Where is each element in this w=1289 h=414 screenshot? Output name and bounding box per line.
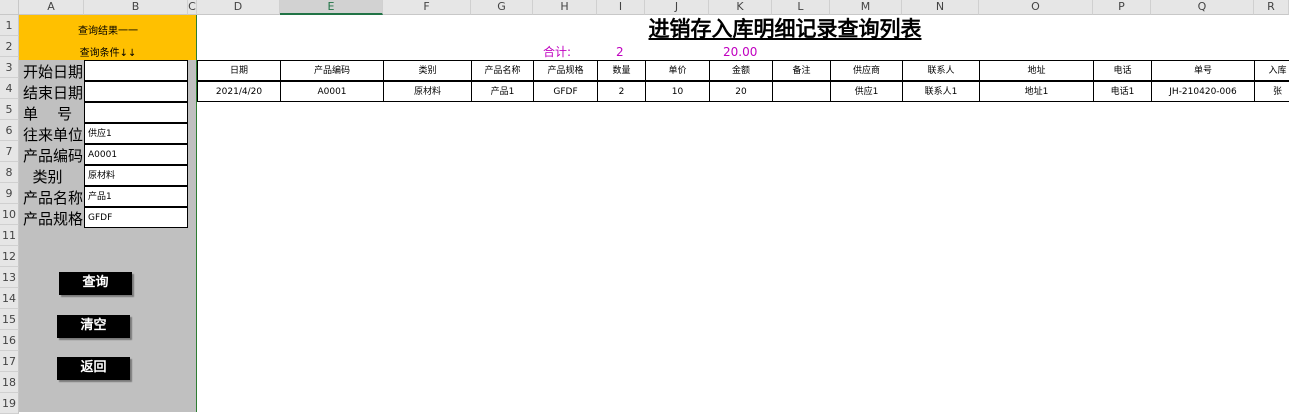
column-header-k[interactable]: K	[709, 0, 772, 15]
row-header-17[interactable]: 17	[0, 351, 19, 372]
table-header-cell: 产品编码	[280, 60, 384, 81]
row-header-1[interactable]: 1	[0, 15, 19, 36]
table-header-cell: 入库	[1254, 60, 1289, 81]
back-button[interactable]: 返回	[57, 357, 130, 380]
field-label-3: 单 号	[23, 105, 73, 123]
column-header-a[interactable]: A	[19, 0, 84, 15]
row-header-9[interactable]: 9	[0, 183, 19, 204]
table-header-cell: 单价	[645, 60, 710, 81]
field-input-3[interactable]	[84, 102, 188, 123]
table-cell[interactable]: 张	[1254, 81, 1289, 102]
row-header-10[interactable]: 10	[0, 204, 19, 225]
select-all-corner[interactable]	[0, 0, 19, 15]
column-header-c[interactable]: C	[188, 0, 197, 15]
field-label-5: 产品编码	[23, 147, 84, 165]
field-label-7: 产品名称	[23, 189, 84, 207]
row-header-15[interactable]: 15	[0, 309, 19, 330]
table-cell[interactable]: 地址1	[979, 81, 1094, 102]
field-label-2: 结束日期	[23, 84, 84, 102]
column-header-j[interactable]: J	[645, 0, 709, 15]
table-header-cell: 供应商	[830, 60, 903, 81]
column-header-r[interactable]: R	[1254, 0, 1289, 15]
table-header-cell: 类别	[383, 60, 472, 81]
table-header-cell: 产品规格	[533, 60, 598, 81]
field-label-1: 开始日期	[23, 63, 84, 81]
column-header-m[interactable]: M	[830, 0, 902, 15]
table-cell[interactable]: A0001	[280, 81, 384, 102]
row-header-19[interactable]: 19	[0, 393, 19, 414]
query-button[interactable]: 查询	[59, 272, 132, 295]
column-header-o[interactable]: O	[979, 0, 1093, 15]
row-header-16[interactable]: 16	[0, 330, 19, 351]
page-title: 进销存入库明细记录查询列表	[648, 16, 922, 41]
table-header-cell: 金额	[709, 60, 773, 81]
table-header-cell: 电话	[1093, 60, 1152, 81]
table-cell[interactable]: 10	[645, 81, 710, 102]
field-input-4[interactable]: 供应1	[84, 123, 188, 144]
table-cell[interactable]: 原材料	[383, 81, 472, 102]
table-cell[interactable]	[772, 81, 831, 102]
row-header-3[interactable]: 3	[0, 57, 19, 78]
table-header-cell: 产品名称	[471, 60, 534, 81]
table-cell[interactable]: 电话1	[1093, 81, 1152, 102]
table-header-cell: 地址	[979, 60, 1094, 81]
row-header-18[interactable]: 18	[0, 372, 19, 393]
table-cell[interactable]: 产品1	[471, 81, 534, 102]
table-header-cell: 备注	[772, 60, 831, 81]
table-cell[interactable]: GFDF	[533, 81, 598, 102]
table-header-cell: 数量	[597, 60, 646, 81]
clear-button[interactable]: 清空	[57, 315, 130, 338]
table-cell[interactable]: 2	[597, 81, 646, 102]
column-header-q[interactable]: Q	[1151, 0, 1254, 15]
row-header-7[interactable]: 7	[0, 141, 19, 162]
field-label-8: 产品规格	[23, 210, 84, 228]
field-input-8[interactable]: GFDF	[84, 207, 188, 228]
result-label: 查询结果一一	[78, 26, 138, 37]
row-header-2[interactable]: 2	[0, 36, 19, 57]
column-header-p[interactable]: P	[1093, 0, 1151, 15]
field-input-7[interactable]: 产品1	[84, 186, 188, 207]
row-header-4[interactable]: 4	[0, 78, 19, 99]
summary-amount: 20.00	[723, 45, 758, 59]
table-cell[interactable]: JH-210420-006	[1151, 81, 1255, 102]
row-header-11[interactable]: 11	[0, 225, 19, 246]
summary-qty: 2	[616, 45, 624, 59]
row-header-6[interactable]: 6	[0, 120, 19, 141]
row-header-12[interactable]: 12	[0, 246, 19, 267]
column-header-h[interactable]: H	[533, 0, 597, 15]
row-header-8[interactable]: 8	[0, 162, 19, 183]
column-header-b[interactable]: B	[84, 0, 188, 15]
field-label-6: 类别	[23, 168, 63, 186]
column-header-i[interactable]: I	[597, 0, 645, 15]
field-input-5[interactable]: A0001	[84, 144, 188, 165]
column-header-d[interactable]: D	[197, 0, 280, 15]
table-header-cell: 单号	[1151, 60, 1255, 81]
field-input-1[interactable]	[84, 60, 188, 81]
table-header-cell: 联系人	[902, 60, 980, 81]
field-label-4: 往来单位	[23, 126, 84, 144]
table-cell[interactable]: 供应1	[830, 81, 903, 102]
table-header-cell: 日期	[197, 60, 281, 81]
row-header-13[interactable]: 13	[0, 267, 19, 288]
summary-label: 合计:	[543, 45, 572, 59]
row-header-5[interactable]: 5	[0, 99, 19, 120]
column-header-g[interactable]: G	[471, 0, 533, 15]
column-header-l[interactable]: L	[772, 0, 830, 15]
field-input-6[interactable]: 原材料	[84, 165, 188, 186]
table-cell[interactable]: 联系人1	[902, 81, 980, 102]
row-header-14[interactable]: 14	[0, 288, 19, 309]
condition-label: 查询条件↓↓	[79, 48, 137, 59]
field-input-2[interactable]	[84, 81, 188, 102]
table-cell[interactable]: 20	[709, 81, 773, 102]
column-header-e[interactable]: E	[280, 0, 383, 15]
column-header-n[interactable]: N	[902, 0, 979, 15]
column-header-f[interactable]: F	[383, 0, 471, 15]
table-cell[interactable]: 2021/4/20	[197, 81, 281, 102]
